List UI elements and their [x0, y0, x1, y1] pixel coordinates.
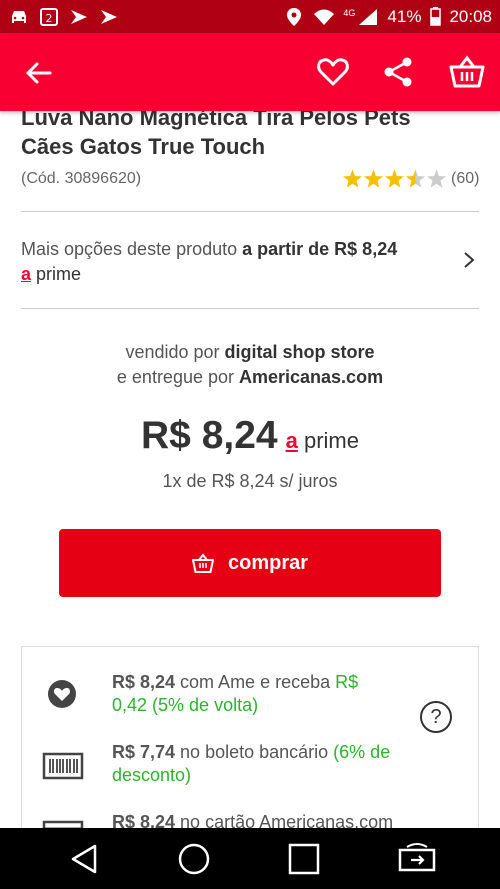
card-icon	[42, 819, 86, 828]
basket-icon	[191, 553, 214, 573]
rotate-screen-icon[interactable]	[397, 842, 437, 876]
prime-badge: a	[285, 428, 298, 453]
installments-text: 1x de R$ 8,24 s/ juros	[162, 471, 338, 491]
payment-text: R$ 8,24 com Ame e receba R$ 0,42 (5% de …	[112, 672, 359, 715]
star-icon	[342, 169, 363, 188]
more-options-link[interactable]: Mais opções deste produto a partir de R$…	[21, 237, 461, 287]
status-bar: 2 4G 41% 20:08	[0, 0, 500, 33]
prime-label: prime	[36, 264, 82, 284]
cast-icon	[98, 8, 120, 26]
app-bar	[0, 33, 500, 111]
prime-badge: a	[21, 264, 32, 284]
wifi-icon	[313, 8, 335, 26]
svg-text:2: 2	[46, 12, 53, 25]
clock: 20:08	[449, 6, 492, 26]
star-icon	[426, 169, 447, 188]
cast-icon	[68, 8, 90, 26]
buy-button-label: comprar	[227, 551, 309, 574]
rating-count: (60)	[451, 170, 480, 187]
network-label: 4G	[343, 7, 356, 18]
star-icon	[363, 169, 384, 188]
price-block: R$ 8,24 a prime	[0, 414, 500, 458]
ame-heart-icon	[42, 679, 86, 709]
product-rating[interactable]: (60)	[342, 169, 479, 189]
star-icon	[405, 169, 426, 188]
help-icon[interactable]: ?	[420, 701, 452, 733]
back-triangle-icon[interactable]	[68, 842, 102, 876]
battery-icon	[429, 7, 441, 26]
signal-icon	[357, 8, 379, 26]
product-price: R$ 8,24	[141, 414, 278, 457]
divider	[21, 211, 479, 212]
sim-2-icon: 2	[38, 7, 60, 26]
delivery-name: Americanas.com	[239, 367, 384, 387]
prime-tag: a prime	[286, 428, 359, 454]
payment-options: R$ 8,24 com Ame e receba R$ 0,42 (5% de …	[21, 646, 479, 828]
basket-icon[interactable]	[449, 55, 485, 89]
product-content: Luva Nano Magnética Tira Pelos Pets Cães…	[0, 111, 500, 828]
payment-text: R$ 7,74 no boleto bancário (6% de descon…	[112, 742, 391, 785]
star-icon	[384, 169, 405, 188]
payment-text: R$ 8,24 no cartão Americanas.com	[112, 812, 394, 828]
prime-label: prime	[303, 428, 359, 453]
product-code: (Cód. 30896620)	[21, 170, 142, 187]
home-circle-icon[interactable]	[177, 842, 211, 876]
seller-info: vendido por digital shop store e entregu…	[116, 342, 384, 387]
share-icon[interactable]	[382, 55, 414, 89]
divider	[21, 308, 479, 309]
battery-percentage: 41%	[387, 6, 422, 26]
buy-button[interactable]: comprar	[59, 529, 441, 597]
seller-name[interactable]: digital shop store	[225, 342, 375, 362]
location-icon	[283, 7, 305, 26]
barcode-icon	[42, 751, 86, 781]
recents-square-icon[interactable]	[287, 842, 321, 876]
system-nav-bar	[0, 828, 500, 889]
car-icon	[8, 8, 30, 26]
product-title: Luva Nano Magnética Tira Pelos Pets Cães…	[21, 111, 411, 159]
chevron-right-icon[interactable]	[462, 251, 476, 269]
back-arrow-icon[interactable]	[22, 57, 54, 89]
heart-icon[interactable]	[316, 55, 350, 89]
rating-stars	[342, 169, 447, 188]
